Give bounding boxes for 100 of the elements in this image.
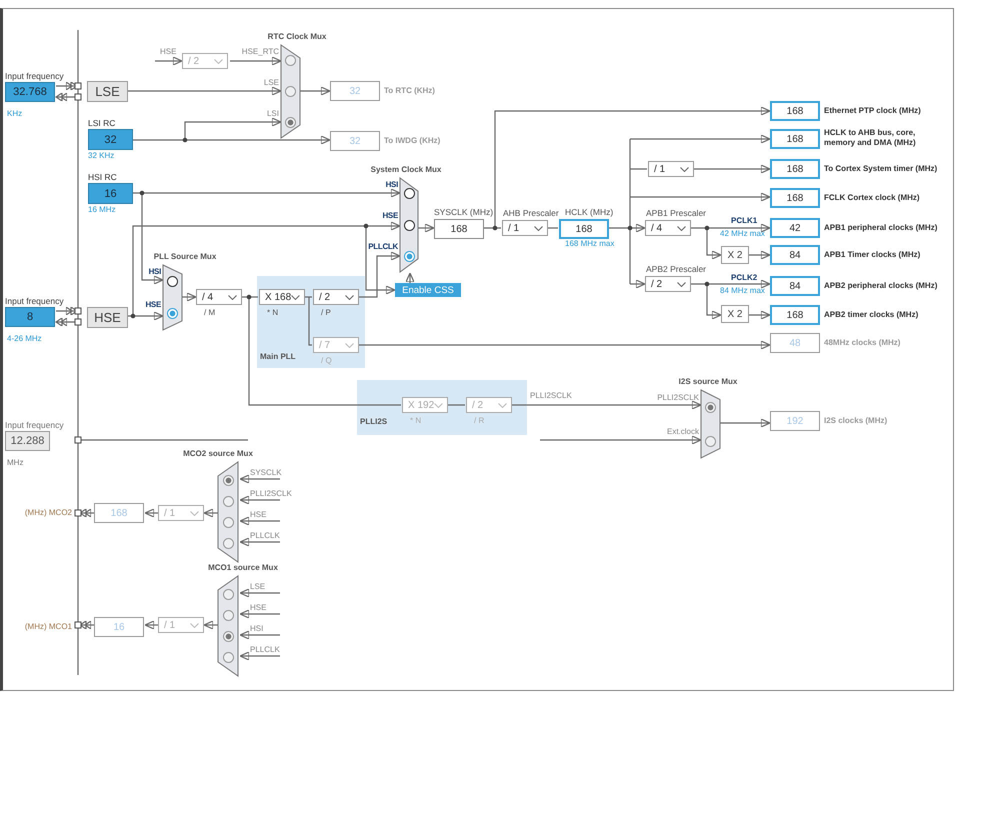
chevron-icon <box>498 402 507 408</box>
mux-title: MCO2 source Mux <box>183 449 253 459</box>
frequency-field[interactable]: 84 <box>770 276 820 296</box>
prescaler-dropdown[interactable]: X 168 <box>259 289 305 305</box>
prescaler-dropdown[interactable]: / 4 <box>196 289 242 305</box>
connector-line <box>239 474 280 484</box>
prescaler-title: APB1 Prescaler <box>646 208 706 218</box>
output-label: APB1 Timer clocks (MHz) <box>824 250 920 260</box>
frequency-input[interactable]: 32.768 <box>5 82 55 102</box>
frequency-field[interactable]: 168 <box>770 129 820 149</box>
prescaler-dropdown[interactable]: / 1 <box>648 161 694 177</box>
connector-line <box>239 630 280 640</box>
bus-label: PCLK1 <box>731 216 758 226</box>
input-label: Input frequency <box>5 296 64 306</box>
output-label: FCLK Cortex clock (MHz) <box>824 193 920 203</box>
factor-caption: / M <box>204 308 216 318</box>
frequency-field[interactable]: 168 <box>770 101 820 121</box>
connector-line <box>239 495 280 505</box>
clock-title: SYSCLK (MHz) <box>434 207 494 217</box>
frequency-field[interactable]: 168 <box>770 159 820 179</box>
output-label: 48MHz clocks (MHz) <box>824 338 900 348</box>
signal-label: HSE <box>382 211 398 221</box>
output-label: (MHz) MCO1 <box>24 622 72 632</box>
port-square <box>74 82 82 90</box>
connector-line <box>230 56 282 66</box>
frequency-field[interactable]: 168 <box>770 305 820 325</box>
junction-dot <box>182 138 188 142</box>
prescaler-dropdown[interactable]: / 4 <box>645 220 691 236</box>
output-label: (MHz) MCO2 <box>24 508 72 518</box>
junction-dot <box>130 314 136 318</box>
connector-line <box>448 404 465 406</box>
connector-line <box>405 272 415 283</box>
output-label: APB1 peripheral clocks (MHz) <box>824 223 938 233</box>
prescaler-dropdown[interactable]: / 1 <box>502 220 548 236</box>
prescaler-title: AHB Prescaler <box>503 208 559 218</box>
frequency-field[interactable]: 168 <box>770 188 820 208</box>
panel-title: PLLI2S <box>360 417 388 427</box>
connector-line <box>720 418 771 428</box>
connector-line <box>144 620 158 630</box>
junction-dot <box>704 226 710 230</box>
frequency-field[interactable]: 84 <box>770 245 820 265</box>
frequency-field[interactable]: 42 <box>770 218 820 238</box>
port-square <box>74 622 82 628</box>
connector-line <box>239 588 280 598</box>
chevron-icon <box>534 226 543 230</box>
chevron-icon <box>677 282 686 286</box>
bus-label: PCLK2 <box>731 273 758 283</box>
prescaler-dropdown[interactable]: / 2 <box>313 289 359 305</box>
mux-title: PLL Source Mux <box>154 252 216 262</box>
signal-label: PLLI2SCLK <box>657 393 699 403</box>
sysclk-value: 168 <box>434 219 484 239</box>
oscillator-button[interactable]: HSE <box>87 307 128 328</box>
mux-title: MCO1 source Mux <box>208 563 278 573</box>
frequency-value: 32 <box>88 129 133 150</box>
output-label: To IWDG (KHz) <box>384 136 440 146</box>
signal-label: HSE_RTC <box>242 46 279 56</box>
port-square <box>74 318 82 326</box>
signal-label: SYSCLK <box>250 468 282 478</box>
chevron-icon <box>190 510 199 516</box>
factor-caption: * N <box>267 308 278 318</box>
chevron-icon <box>345 342 354 348</box>
signal-label: HSI <box>250 624 264 634</box>
frequency-value: 16 <box>88 183 133 204</box>
junction-dot <box>246 294 252 300</box>
signal-label: PLLCLK <box>368 242 398 252</box>
mux-title: I2S source Mux <box>678 377 738 387</box>
factor-caption: / R <box>474 416 484 426</box>
chevron-icon <box>214 58 223 64</box>
output-label: To RTC (KHz) <box>384 86 435 96</box>
signal-label: HSE <box>250 602 266 612</box>
connector-line <box>144 508 158 518</box>
output-label: HCLK to AHB bus, core, memory and DMA (MHz) <box>824 128 917 148</box>
prescaler-dropdown[interactable]: / 2 <box>645 276 691 292</box>
port-square <box>74 308 82 314</box>
unit-label: 4-26 MHz <box>7 334 42 344</box>
signal-label: HSE <box>250 510 266 520</box>
connector-line <box>749 310 771 320</box>
signal-label: LSI <box>266 108 279 118</box>
chevron-icon <box>677 226 686 230</box>
signal-label: PLLCLK <box>250 644 280 654</box>
connector-line <box>239 516 280 526</box>
oscillator-button[interactable]: LSE <box>87 81 128 102</box>
source-title: HSI RC <box>88 172 117 182</box>
junction-dot <box>140 190 144 196</box>
connector-line <box>300 86 331 96</box>
factor-caption: / Q <box>321 356 332 366</box>
connector-line <box>239 537 280 547</box>
chevron-icon <box>228 294 237 300</box>
input-label: Input frequency <box>5 420 64 430</box>
signal-label: PLLI2SCLK <box>530 391 572 401</box>
chevron-icon <box>434 402 443 408</box>
connector-line <box>203 508 218 518</box>
hclk-field[interactable]: 168 <box>559 219 609 239</box>
mux-title: RTC Clock Mux <box>268 32 326 42</box>
mux-title: System Clock Mux <box>370 165 442 175</box>
port-square <box>74 510 82 516</box>
frequency-input[interactable]: 8 <box>5 307 55 327</box>
junction-dot <box>492 226 498 230</box>
output-label: To Cortex System timer (MHz) <box>824 164 938 174</box>
unit-label: 16 MHz <box>88 205 116 215</box>
